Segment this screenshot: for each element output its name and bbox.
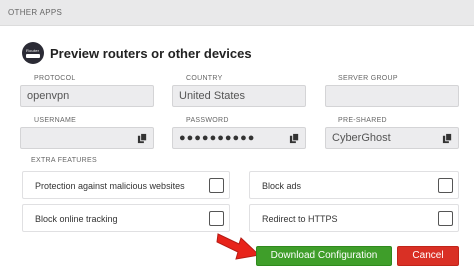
password-value: ●●●●●●●●●●: [179, 132, 256, 144]
pre-shared-copy-button[interactable]: [437, 129, 457, 147]
feature-checkbox-block-ads[interactable]: [438, 178, 453, 193]
copy-icon: [442, 132, 452, 143]
copy-icon: [289, 132, 299, 143]
section-header: OTHER APPS: [0, 0, 474, 26]
feature-row-block-ads[interactable]: Block ads: [249, 171, 459, 199]
country-field[interactable]: United States: [172, 85, 306, 107]
download-configuration-button[interactable]: Download Configuration: [256, 246, 392, 266]
protocol-field[interactable]: openvpn: [20, 85, 154, 107]
feature-label: Block online tracking: [35, 214, 118, 224]
feature-label: Redirect to HTTPS: [262, 214, 338, 224]
feature-row-malicious-websites[interactable]: Protection against malicious websites: [22, 171, 230, 199]
copy-icon: [137, 132, 147, 143]
country-value: United States: [179, 90, 246, 102]
username-label: USERNAME: [34, 117, 77, 124]
password-copy-button[interactable]: [284, 129, 304, 147]
extra-features-label: EXTRA FEATURES: [31, 157, 97, 164]
feature-checkbox-malicious-websites[interactable]: [209, 178, 224, 193]
server-group-field[interactable]: [325, 85, 459, 107]
server-group-label: SERVER GROUP: [338, 75, 398, 82]
router-icon: Router: [22, 42, 44, 64]
feature-checkbox-block-tracking[interactable]: [209, 211, 224, 226]
card-title: Preview routers or other devices: [50, 46, 252, 61]
feature-label: Protection against malicious websites: [35, 181, 185, 191]
username-copy-button[interactable]: [132, 129, 152, 147]
country-label: COUNTRY: [186, 75, 223, 82]
protocol-label: PROTOCOL: [34, 75, 76, 82]
pre-shared-label: PRE-SHARED: [338, 117, 387, 124]
feature-row-redirect-https[interactable]: Redirect to HTTPS: [249, 204, 459, 232]
router-icon-label: Router: [26, 48, 40, 53]
pre-shared-value: CyberGhost: [332, 132, 391, 144]
section-title: OTHER APPS: [8, 8, 63, 17]
feature-row-block-tracking[interactable]: Block online tracking: [22, 204, 230, 232]
password-field[interactable]: ●●●●●●●●●●: [172, 127, 306, 149]
feature-label: Block ads: [262, 181, 302, 191]
cancel-button[interactable]: Cancel: [397, 246, 459, 266]
pre-shared-field[interactable]: CyberGhost: [325, 127, 459, 149]
protocol-value: openvpn: [27, 90, 70, 102]
password-label: PASSWORD: [186, 117, 229, 124]
feature-checkbox-redirect-https[interactable]: [438, 211, 453, 226]
username-field[interactable]: [20, 127, 154, 149]
